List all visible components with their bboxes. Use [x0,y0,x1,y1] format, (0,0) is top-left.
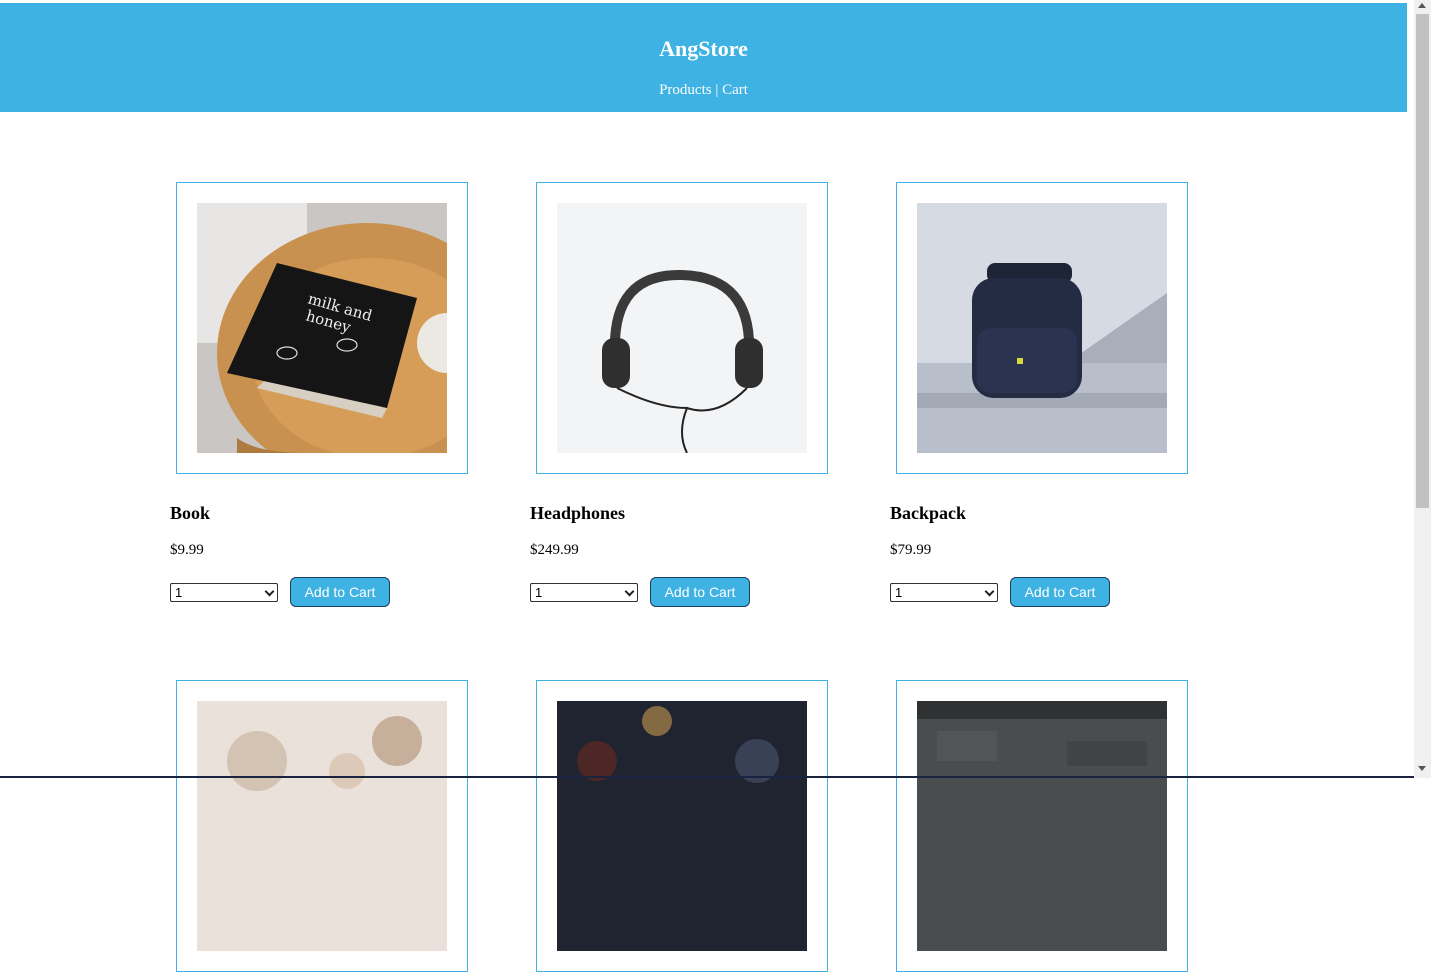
backpack-photo[interactable] [917,203,1167,453]
scroll-up-icon[interactable] [1418,3,1426,8]
chevron-down-icon [984,586,995,597]
blurred-lights-photo[interactable] [197,701,447,951]
brand-title: AngStore [659,36,748,61]
site-header: AngStore Products | Cart [0,3,1407,112]
product-price: $9.99 [170,542,204,558]
nav-products-link[interactable]: Products [659,82,712,98]
product-price: $249.99 [530,542,579,558]
product-image-frame [536,680,828,972]
nav-cart-link[interactable]: Cart [722,82,748,98]
chevron-down-icon [264,586,275,597]
product-name: Book [170,503,211,523]
product-image-frame: milk and honey [176,182,468,474]
quantity-value: 1 [535,585,543,600]
add-to-cart-button[interactable]: Add to Cart [290,577,390,607]
quantity-select[interactable]: 1 [170,583,278,602]
quantity-select[interactable]: 1 [530,583,638,602]
nav-separator: | [711,82,723,98]
concrete-wall-photo[interactable] [917,701,1167,951]
product-name: Headphones [530,503,626,523]
scroll-down-icon[interactable] [1418,766,1426,771]
product-name: Backpack [890,503,967,523]
scrollbar-thumb[interactable] [1416,14,1429,508]
add-to-cart-button[interactable]: Add to Cart [1010,577,1110,607]
product-image-frame [176,680,468,972]
quantity-value: 1 [895,585,903,600]
add-to-cart-button[interactable]: Add to Cart [650,577,750,607]
quantity-value: 1 [175,585,183,600]
quantity-select[interactable]: 1 [890,583,998,602]
headphones-photo[interactable] [557,203,807,453]
main-nav: Products | Cart [0,82,1407,99]
book-photo[interactable]: milk and honey [197,203,447,453]
product-image-frame [536,182,828,474]
product-image-frame [896,182,1188,474]
product-image-frame [896,680,1188,972]
chevron-down-icon [624,586,635,597]
product-price: $79.99 [890,542,932,558]
blurred-dark-photo[interactable] [557,701,807,951]
